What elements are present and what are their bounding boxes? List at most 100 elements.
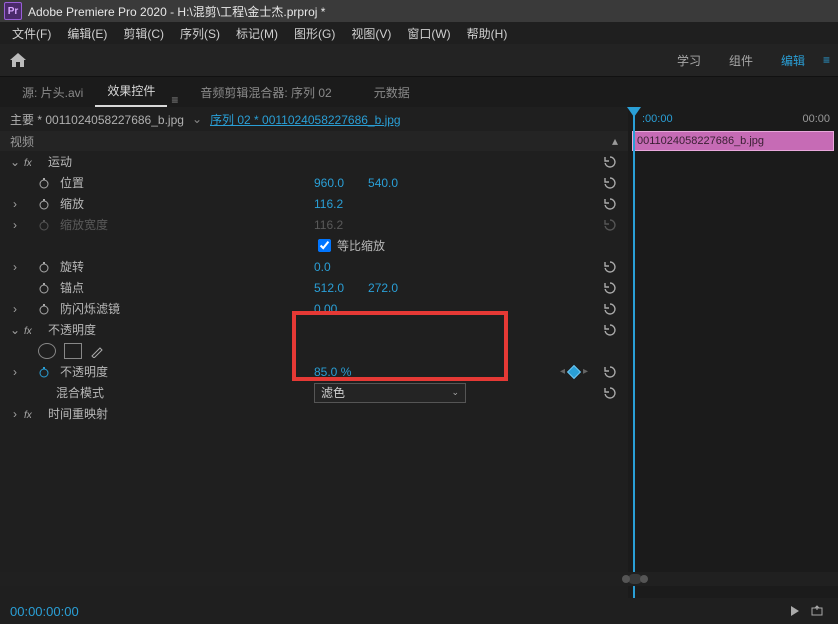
stopwatch-icon[interactable] <box>38 177 50 189</box>
effect-opacity[interactable]: ⌄ fx 不透明度 <box>0 319 628 340</box>
opacity-amount-label: 不透明度 <box>60 363 108 380</box>
ruler-end-label: 00:00 <box>802 113 830 125</box>
reset-icon[interactable] <box>602 322 618 338</box>
menu-graphics[interactable]: 图形(G) <box>286 25 343 42</box>
menu-help[interactable]: 帮助(H) <box>459 25 516 42</box>
scroll-up-icon[interactable]: ▴ <box>612 134 618 148</box>
export-frame-icon[interactable] <box>806 601 828 621</box>
workspace-tab-learn[interactable]: 学习 <box>663 46 715 75</box>
workspace-overflow-icon[interactable]: ≡ <box>823 53 830 67</box>
reset-icon[interactable] <box>602 385 618 401</box>
workspace-tab-editing[interactable]: 编辑 <box>767 46 819 75</box>
mask-pen-button[interactable] <box>90 344 106 358</box>
mask-ellipse-button[interactable] <box>38 343 56 359</box>
property-rotation: › 旋转 0.0 <box>0 256 628 277</box>
menu-sequence[interactable]: 序列(S) <box>172 25 228 42</box>
panel-tab-source[interactable]: 源: 片头.avi <box>10 78 95 107</box>
scale-value[interactable]: 116.2 <box>314 197 343 211</box>
blend-mode-value: 滤色 <box>321 384 345 401</box>
caret-right-icon[interactable]: › <box>10 365 20 379</box>
fx-badge-icon[interactable]: fx <box>24 408 38 420</box>
menu-edit[interactable]: 编辑(E) <box>59 25 115 42</box>
reset-icon[interactable] <box>602 175 618 191</box>
workspace-tab-assembly[interactable]: 组件 <box>715 46 767 75</box>
zoom-handle-left-icon[interactable] <box>622 575 630 583</box>
panel-tabs: 源: 片头.avi 效果控件 ≡ 音频剪辑混合器: 序列 02 元数据 <box>0 77 838 107</box>
menu-clip[interactable]: 剪辑(C) <box>115 25 172 42</box>
blend-mode-select[interactable]: 滤色 ⌄ <box>314 383 466 403</box>
property-anchor: 锚点 512.0 272.0 <box>0 277 628 298</box>
video-header-label: 视频 <box>10 133 34 150</box>
position-x-value[interactable]: 960.0 <box>314 176 344 190</box>
home-icon[interactable] <box>8 51 28 69</box>
effect-controls-panel: 主要 * 0011024058227686_b.jpg ⌄ 序列 02 * 00… <box>0 107 628 605</box>
caret-right-icon[interactable]: › <box>10 302 20 316</box>
horizontal-scrollbar[interactable] <box>0 572 838 586</box>
panel-tab-metadata[interactable]: 元数据 <box>362 78 422 107</box>
antiflicker-value[interactable]: 0.00 <box>314 302 337 316</box>
prev-keyframe-icon[interactable]: ◂ <box>560 366 565 377</box>
scale-width-value: 116.2 <box>314 218 343 232</box>
stopwatch-icon[interactable] <box>38 303 50 315</box>
playhead-line[interactable] <box>633 109 635 624</box>
menu-view[interactable]: 视图(V) <box>343 25 399 42</box>
panel-tab-effect-controls[interactable]: 效果控件 <box>95 76 167 107</box>
fx-badge-icon[interactable]: fx <box>24 324 38 336</box>
reset-icon[interactable] <box>602 259 618 275</box>
caret-down-icon[interactable]: ⌄ <box>10 323 20 337</box>
panel-tab-audio-mixer[interactable]: 音频剪辑混合器: 序列 02 <box>188 78 343 107</box>
chevron-down-icon[interactable]: ⌄ <box>192 112 202 126</box>
timeline-clip-bar[interactable]: 0011024058227686_b.jpg <box>632 131 834 151</box>
zoom-handle-right-icon[interactable] <box>640 575 648 583</box>
stopwatch-icon[interactable] <box>38 282 50 294</box>
reset-icon[interactable] <box>602 196 618 212</box>
stopwatch-icon <box>38 219 50 231</box>
effect-list: ⌄ fx 运动 位置 960.0 540.0 › 缩放 116.2 <box>0 151 628 424</box>
add-keyframe-icon[interactable] <box>567 364 581 378</box>
caret-right-icon[interactable]: › <box>10 260 20 274</box>
anchor-x-value[interactable]: 512.0 <box>314 281 344 295</box>
svg-text:fx: fx <box>24 410 33 420</box>
timeline-ruler[interactable]: :00:00 00:00 <box>628 107 838 131</box>
panel-menu-icon[interactable]: ≡ <box>171 93 178 107</box>
timecode-display[interactable]: 00:00:00:00 <box>10 604 79 619</box>
chevron-down-icon: ⌄ <box>451 387 459 398</box>
play-bar: 00:00:00:00 <box>0 598 838 624</box>
property-scale: › 缩放 116.2 <box>0 193 628 214</box>
workspace-toolbar: 学习 组件 编辑 ≡ <box>0 44 838 77</box>
opacity-amount-value[interactable]: 85.0 % <box>314 365 351 379</box>
svg-text:fx: fx <box>24 326 33 336</box>
stopwatch-active-icon[interactable] <box>38 366 50 378</box>
rotation-value[interactable]: 0.0 <box>314 260 331 274</box>
mask-rect-button[interactable] <box>64 343 82 359</box>
opacity-mask-tools <box>0 340 628 361</box>
work-area: 主要 * 0011024058227686_b.jpg ⌄ 序列 02 * 00… <box>0 107 838 605</box>
motion-label: 运动 <box>48 153 72 170</box>
reset-icon[interactable] <box>602 280 618 296</box>
effect-time-remap[interactable]: › fx 时间重映射 <box>0 403 628 424</box>
scroll-knob[interactable] <box>628 574 642 584</box>
menu-marker[interactable]: 标记(M) <box>228 25 286 42</box>
uniform-scale-checkbox[interactable] <box>318 239 331 252</box>
caret-down-icon[interactable]: ⌄ <box>10 155 20 169</box>
anchor-y-value[interactable]: 272.0 <box>368 281 398 295</box>
play-only-icon[interactable] <box>784 601 806 621</box>
reset-icon[interactable] <box>602 154 618 170</box>
stopwatch-icon[interactable] <box>38 198 50 210</box>
sequence-clip-link[interactable]: 序列 02 * 0011024058227686_b.jpg <box>210 111 401 128</box>
menu-window[interactable]: 窗口(W) <box>399 25 458 42</box>
caret-right-icon[interactable]: › <box>10 407 20 421</box>
effect-motion[interactable]: ⌄ fx 运动 <box>0 151 628 172</box>
reset-icon[interactable] <box>602 364 618 380</box>
keyframe-nav: ◂ ▸ <box>560 366 588 377</box>
menu-bar: 文件(F) 编辑(E) 剪辑(C) 序列(S) 标记(M) 图形(G) 视图(V… <box>0 22 838 44</box>
reset-icon[interactable] <box>602 301 618 317</box>
stopwatch-icon[interactable] <box>38 261 50 273</box>
menu-file[interactable]: 文件(F) <box>4 25 59 42</box>
effect-timeline-panel: :00:00 00:00 0011024058227686_b.jpg <box>628 107 838 605</box>
position-y-value[interactable]: 540.0 <box>368 176 398 190</box>
next-keyframe-icon[interactable]: ▸ <box>583 366 588 377</box>
app-logo: Pr <box>4 2 22 20</box>
caret-right-icon[interactable]: › <box>10 197 20 211</box>
fx-badge-icon[interactable]: fx <box>24 156 38 168</box>
